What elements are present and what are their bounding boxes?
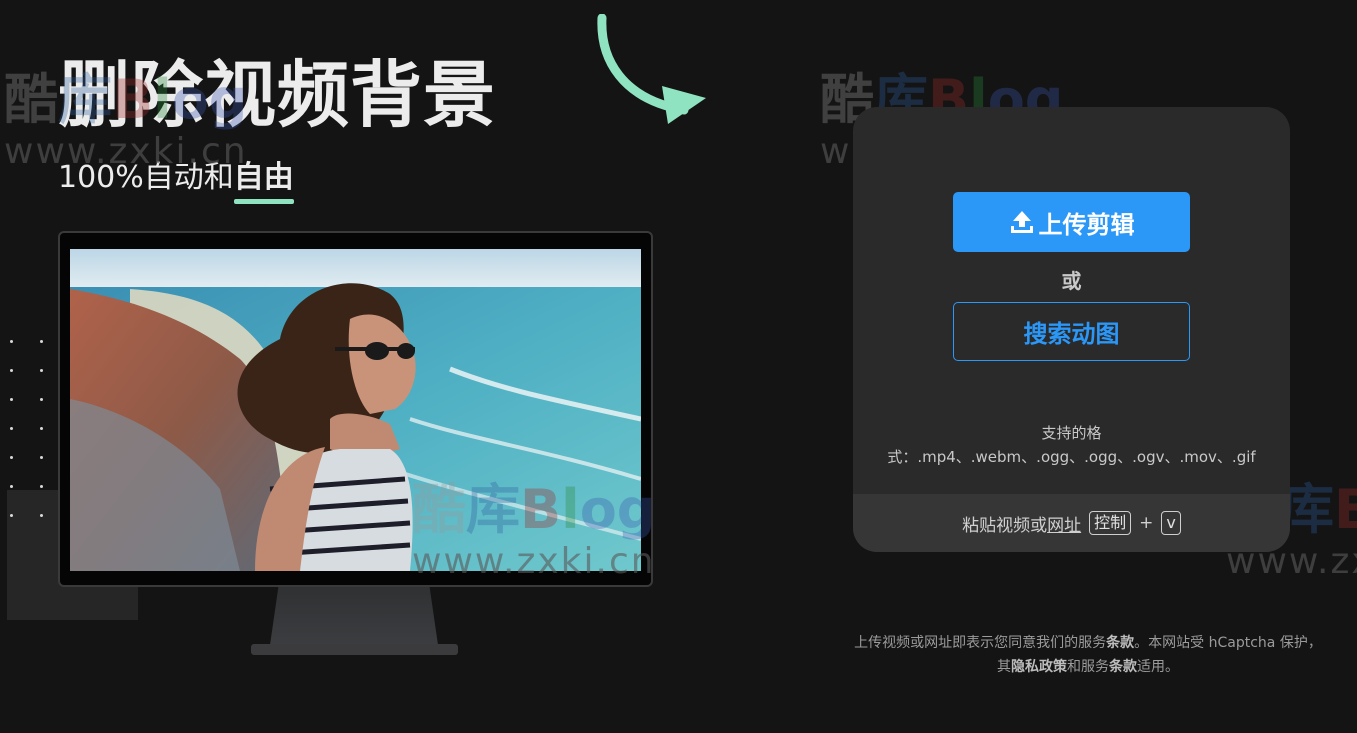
formats-line-2: 式：.mp4、.webm、.ogg、.ogg、.ogv、.mov、.gif bbox=[887, 448, 1256, 466]
privacy-policy-link[interactable]: 隐私政策 bbox=[1011, 659, 1067, 675]
curved-arrow-icon bbox=[597, 14, 706, 124]
terms-link[interactable]: 条款 bbox=[1106, 635, 1134, 651]
paste-hint: 粘贴视频或网址 控制 + v bbox=[853, 494, 1290, 552]
hero-subtitle-text: 100%自动和 bbox=[58, 160, 234, 195]
supported-formats: 支持的格 式：.mp4、.webm、.ogg、.ogg、.ogv、.mov、.g… bbox=[873, 421, 1270, 469]
paste-hint-text: 粘贴视频或网址 bbox=[962, 515, 1082, 536]
page-title: 删除视频背景 bbox=[58, 53, 497, 137]
terms-link[interactable]: 条款 bbox=[1109, 659, 1137, 675]
monitor-preview bbox=[58, 231, 653, 587]
kbd-v: v bbox=[1161, 511, 1181, 535]
kbd-plus: + bbox=[1139, 513, 1154, 533]
paste-url-link[interactable]: 网址 bbox=[1047, 516, 1081, 536]
hero-subtitle: 100%自动和自由 bbox=[58, 158, 294, 204]
upload-card: 上传剪辑 或 搜索动图 支持的格 式：.mp4、.webm、.ogg、.ogg、… bbox=[853, 107, 1290, 552]
preview-video bbox=[70, 249, 641, 571]
or-separator: 或 bbox=[1061, 269, 1082, 293]
preview-image bbox=[70, 249, 641, 571]
hero-subtitle-emphasis: 自由 bbox=[233, 158, 294, 204]
legal-notice: 上传视频或网址即表示您同意我们的服务条款。本网站受 hCaptcha 保护，其隐… bbox=[854, 635, 1322, 675]
formats-line-1: 支持的格 bbox=[1041, 424, 1102, 442]
upload-clip-button[interactable]: 上传剪辑 bbox=[953, 192, 1190, 252]
kbd-ctrl: 控制 bbox=[1089, 511, 1132, 535]
monitor-base bbox=[251, 644, 458, 655]
monitor-stand bbox=[270, 587, 438, 645]
upload-icon bbox=[1010, 211, 1033, 233]
search-gif-button[interactable]: 搜索动图 bbox=[953, 302, 1190, 361]
upload-clip-label: 上传剪辑 bbox=[1038, 210, 1135, 239]
